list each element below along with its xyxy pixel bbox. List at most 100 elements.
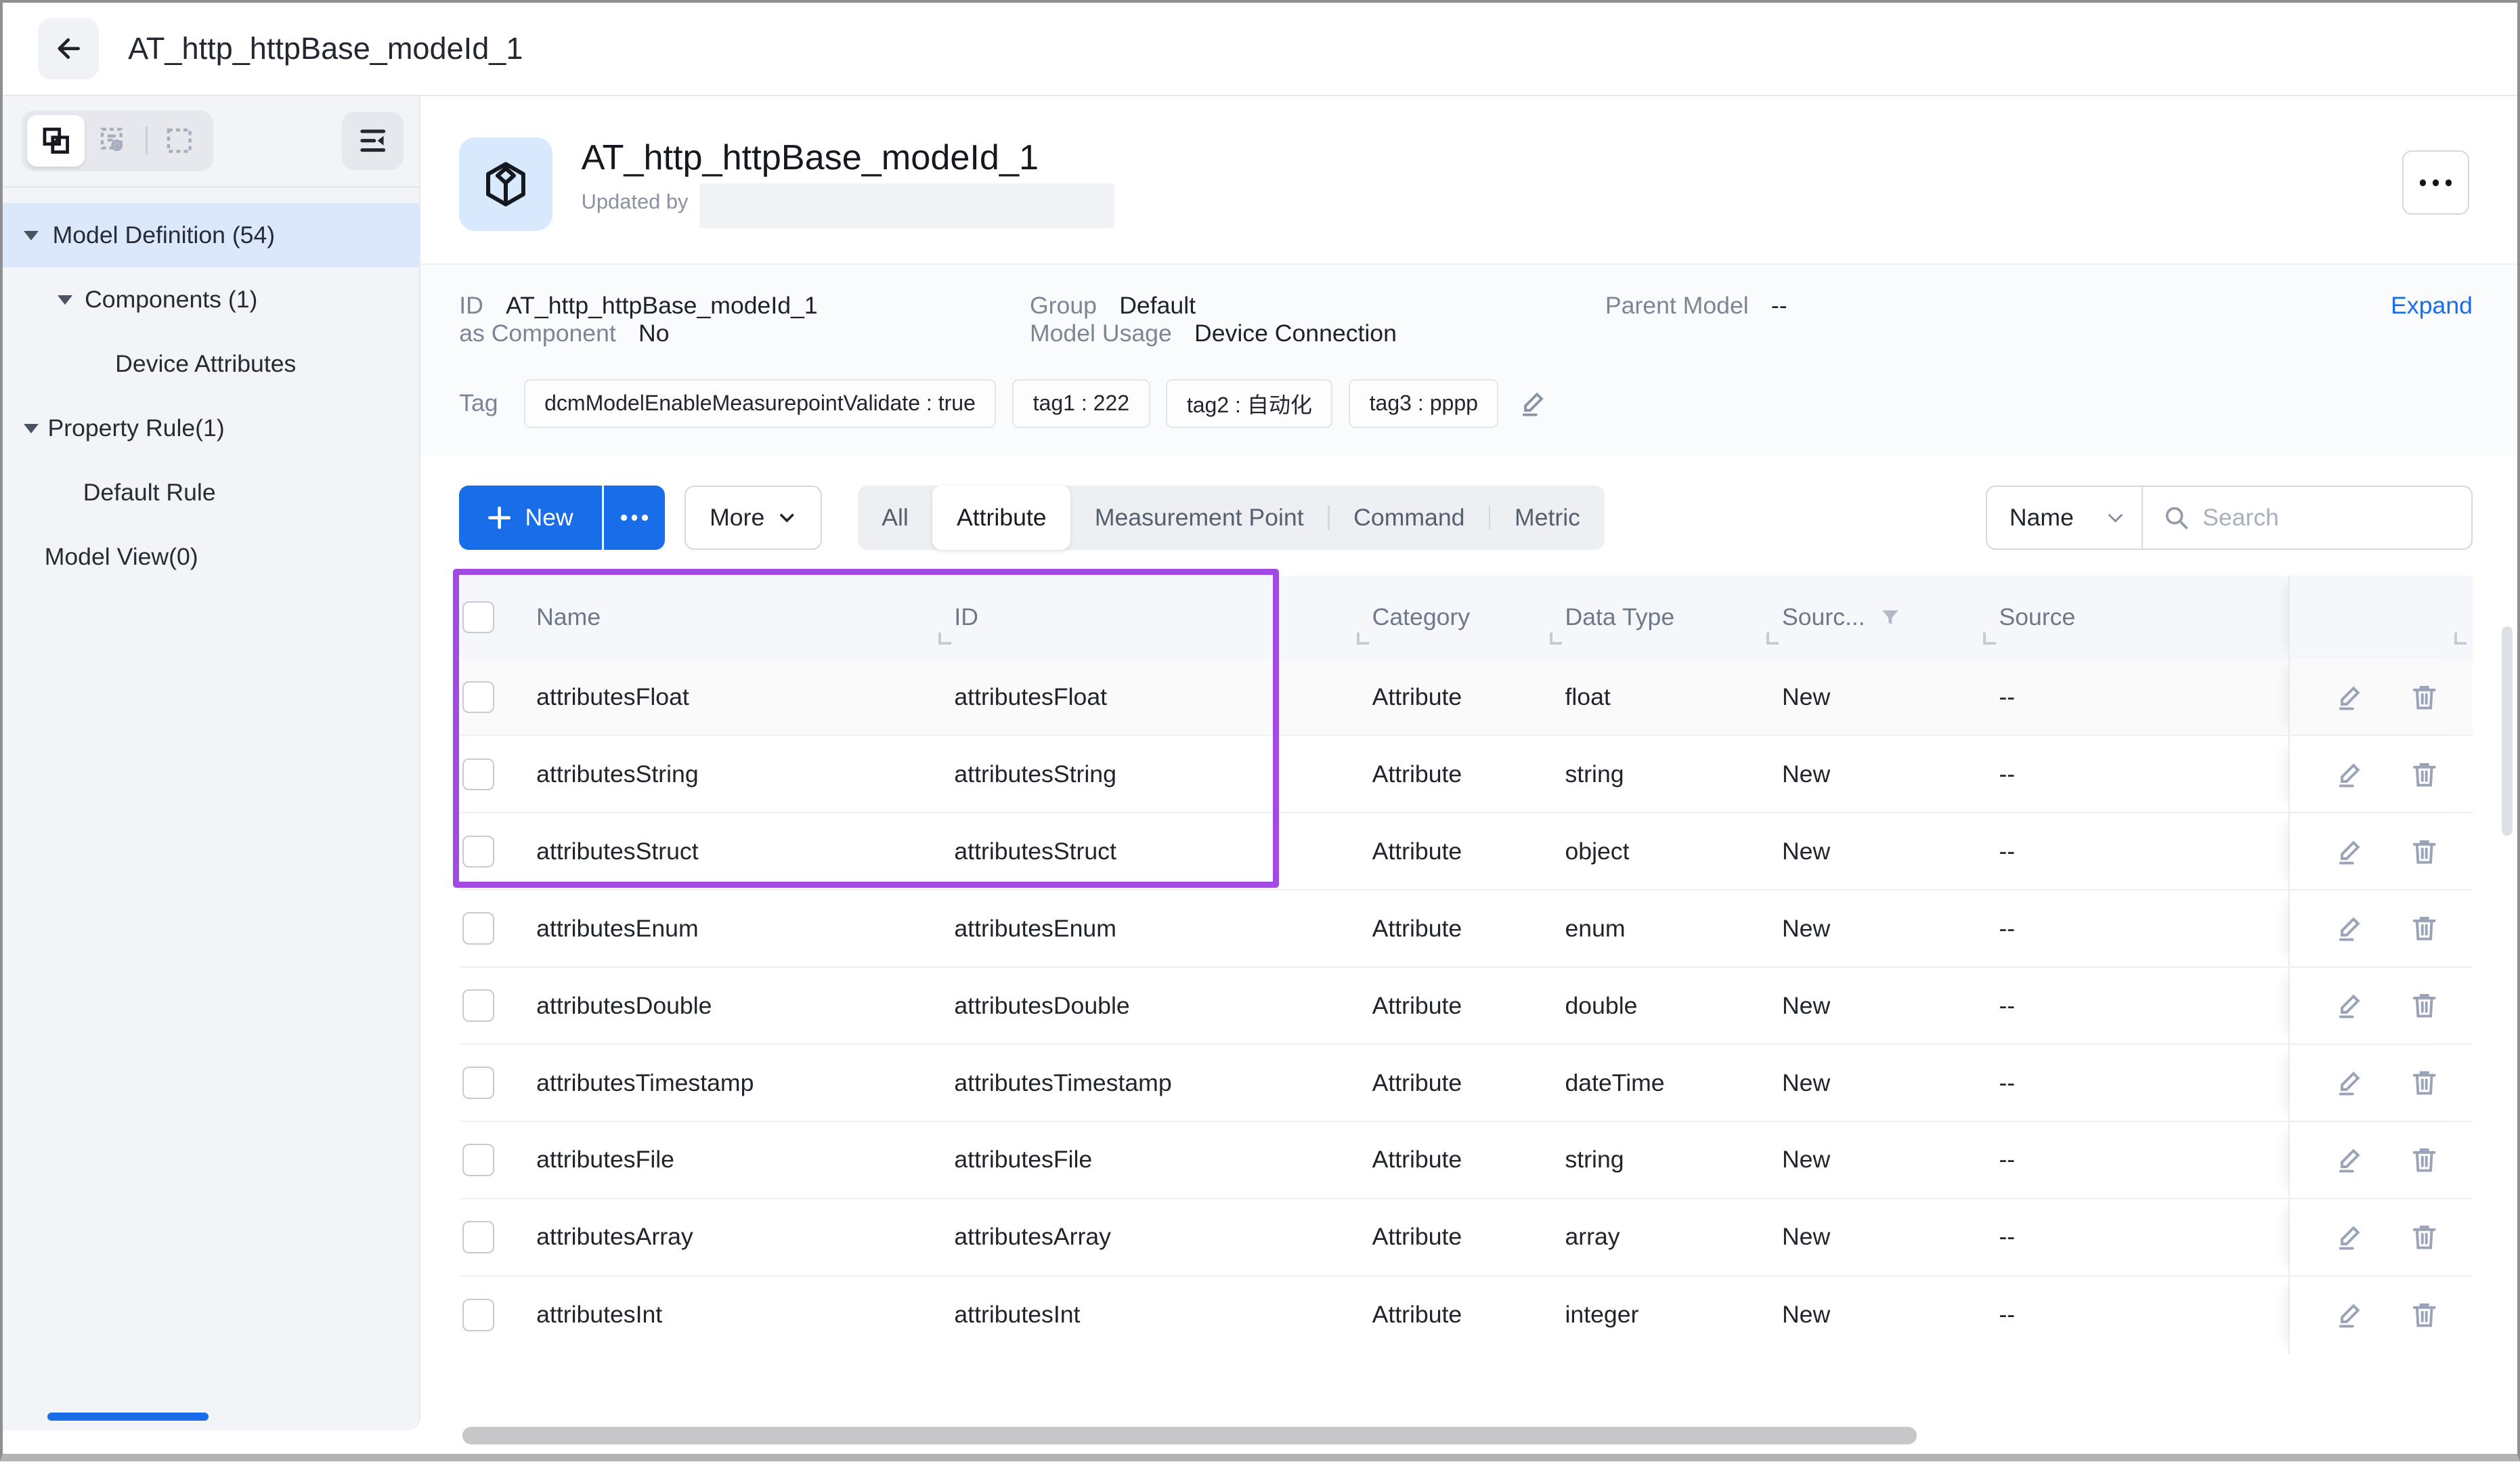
row-checkbox[interactable] <box>462 1067 494 1098</box>
collapse-panel-icon <box>357 125 389 156</box>
delete-row-button[interactable] <box>2408 681 2440 713</box>
table-row[interactable]: attributesTimestamp attributesTimestamp … <box>459 1045 2473 1122</box>
column-header-name[interactable]: Name <box>536 576 954 659</box>
feature-settings-toggle[interactable] <box>85 115 142 167</box>
new-more-button[interactable] <box>604 486 665 550</box>
horizontal-scrollbar[interactable] <box>462 1427 1917 1444</box>
table-row[interactable]: attributesDouble attributesDouble Attrib… <box>459 968 2473 1045</box>
table-row[interactable]: attributesString attributesString Attrib… <box>459 736 2473 813</box>
filter-funnel-icon[interactable] <box>1878 605 1903 630</box>
trash-icon <box>2408 1067 2440 1098</box>
delete-row-button[interactable] <box>2408 1144 2440 1176</box>
main-panel: AT_http_httpBase_modeId_1 Updated by ID <box>420 96 2517 1453</box>
column-header-data-type[interactable]: Data Type <box>1565 576 1781 659</box>
table-row[interactable]: attributesEnum attributesEnum Attribute … <box>459 890 2473 968</box>
sidebar-scrollbar[interactable] <box>47 1413 208 1421</box>
column-header-source-type[interactable]: Sourc... <box>1782 576 1999 659</box>
caret-down-icon[interactable] <box>24 424 39 433</box>
app-window: AT_http_httpBase_modeId_1 <box>0 0 2520 1461</box>
dashed-box-icon <box>163 125 195 156</box>
cell-id: attributesEnum <box>954 890 1372 966</box>
vertical-scrollbar[interactable] <box>2502 626 2513 836</box>
trash-icon <box>2408 1144 2440 1176</box>
table-row[interactable]: attributesStruct attributesStruct Attrib… <box>459 813 2473 890</box>
cell-category: Attribute <box>1372 1045 1565 1121</box>
edit-row-button[interactable] <box>2334 1299 2366 1331</box>
cell-id: attributesFloat <box>954 659 1372 735</box>
tree-item-device-attributes[interactable]: Device Attributes <box>3 332 419 396</box>
tag-chip: dcmModelEnableMeasurepointValidate : tru… <box>524 379 997 427</box>
cell-source: -- <box>1999 968 2288 1044</box>
table-row[interactable]: attributesFile attributesFile Attribute … <box>459 1122 2473 1199</box>
model-view-toggle[interactable] <box>27 115 85 167</box>
edit-row-button[interactable] <box>2334 1067 2366 1098</box>
expand-link[interactable]: Expand <box>2391 292 2473 320</box>
delete-row-button[interactable] <box>2408 1067 2440 1098</box>
tree-item-model-view[interactable]: Model View(0) <box>3 525 419 589</box>
more-actions-button[interactable] <box>2402 150 2470 215</box>
edit-row-button[interactable] <box>2334 1144 2366 1176</box>
more-dropdown-button[interactable]: More <box>685 486 823 550</box>
cell-id: attributesTimestamp <box>954 1045 1372 1121</box>
cell-data-type: float <box>1565 659 1781 735</box>
cell-id: attributesArray <box>954 1199 1372 1275</box>
tree-item-property-rule[interactable]: Property Rule(1) <box>3 396 419 460</box>
delete-row-button[interactable] <box>2408 912 2440 944</box>
back-button[interactable] <box>38 18 99 79</box>
cell-data-type: string <box>1565 736 1781 812</box>
tab-attribute[interactable]: Attribute <box>932 486 1070 550</box>
delete-row-button[interactable] <box>2408 836 2440 867</box>
cell-name: attributesArray <box>536 1199 954 1275</box>
delete-row-button[interactable] <box>2408 758 2440 790</box>
cell-category: Attribute <box>1372 968 1565 1044</box>
edit-row-button[interactable] <box>2334 1221 2366 1253</box>
delete-row-button[interactable] <box>2408 1299 2440 1331</box>
cube-icon <box>480 158 531 210</box>
row-checkbox[interactable] <box>462 1221 494 1253</box>
cell-id: attributesStruct <box>954 813 1372 889</box>
tree-item-default-rule[interactable]: Default Rule <box>3 460 419 525</box>
ellipsis-icon <box>2420 179 2426 186</box>
cell-source-type: New <box>1782 1045 1999 1121</box>
row-checkbox[interactable] <box>462 989 494 1021</box>
column-header-source[interactable]: Source <box>1999 576 2288 659</box>
edit-row-button[interactable] <box>2334 758 2366 790</box>
edit-row-button[interactable] <box>2334 912 2366 944</box>
delete-row-button[interactable] <box>2408 989 2440 1021</box>
tab-all[interactable]: All <box>858 486 933 550</box>
caret-down-icon[interactable] <box>58 295 72 305</box>
cell-name: attributesEnum <box>536 890 954 966</box>
table-row[interactable]: attributesInt attributesInt Attribute in… <box>459 1276 2473 1354</box>
edit-row-button[interactable] <box>2334 989 2366 1021</box>
caret-down-icon[interactable] <box>24 231 39 240</box>
edit-row-button[interactable] <box>2334 836 2366 867</box>
tab-measurement-point[interactable]: Measurement Point <box>1070 486 1328 550</box>
search-input[interactable] <box>2202 504 2427 532</box>
tab-metric[interactable]: Metric <box>1490 486 1604 550</box>
tab-command[interactable]: Command <box>1330 486 1489 550</box>
search-field-select[interactable]: Name <box>1986 486 2144 550</box>
tree-item-components[interactable]: Components (1) <box>3 267 419 332</box>
cell-category: Attribute <box>1372 890 1565 966</box>
row-checkbox[interactable] <box>462 836 494 867</box>
select-all-checkbox[interactable] <box>462 601 494 633</box>
new-button[interactable]: New <box>459 486 602 550</box>
delete-row-button[interactable] <box>2408 1221 2440 1253</box>
tree-item-label: Model Definition (54) <box>3 221 275 249</box>
edit-tags-button[interactable] <box>1518 387 1550 419</box>
row-checkbox[interactable] <box>462 681 494 713</box>
cell-name: attributesInt <box>536 1276 954 1354</box>
column-header-category[interactable]: Category <box>1372 576 1565 659</box>
column-header-id[interactable]: ID <box>954 576 1372 659</box>
tree-item-model-definition[interactable]: Model Definition (54) <box>3 203 419 267</box>
table-row[interactable]: attributesFloat attributesFloat Attribut… <box>459 659 2473 736</box>
row-checkbox[interactable] <box>462 912 494 944</box>
row-checkbox[interactable] <box>462 758 494 790</box>
blank-view-toggle[interactable] <box>150 115 208 167</box>
edit-row-button[interactable] <box>2334 681 2366 713</box>
collapse-sidebar-button[interactable] <box>342 112 403 169</box>
row-checkbox[interactable] <box>462 1144 494 1176</box>
cell-source-type: New <box>1782 968 1999 1044</box>
row-checkbox[interactable] <box>462 1299 494 1331</box>
table-row[interactable]: attributesArray attributesArray Attribut… <box>459 1199 2473 1276</box>
